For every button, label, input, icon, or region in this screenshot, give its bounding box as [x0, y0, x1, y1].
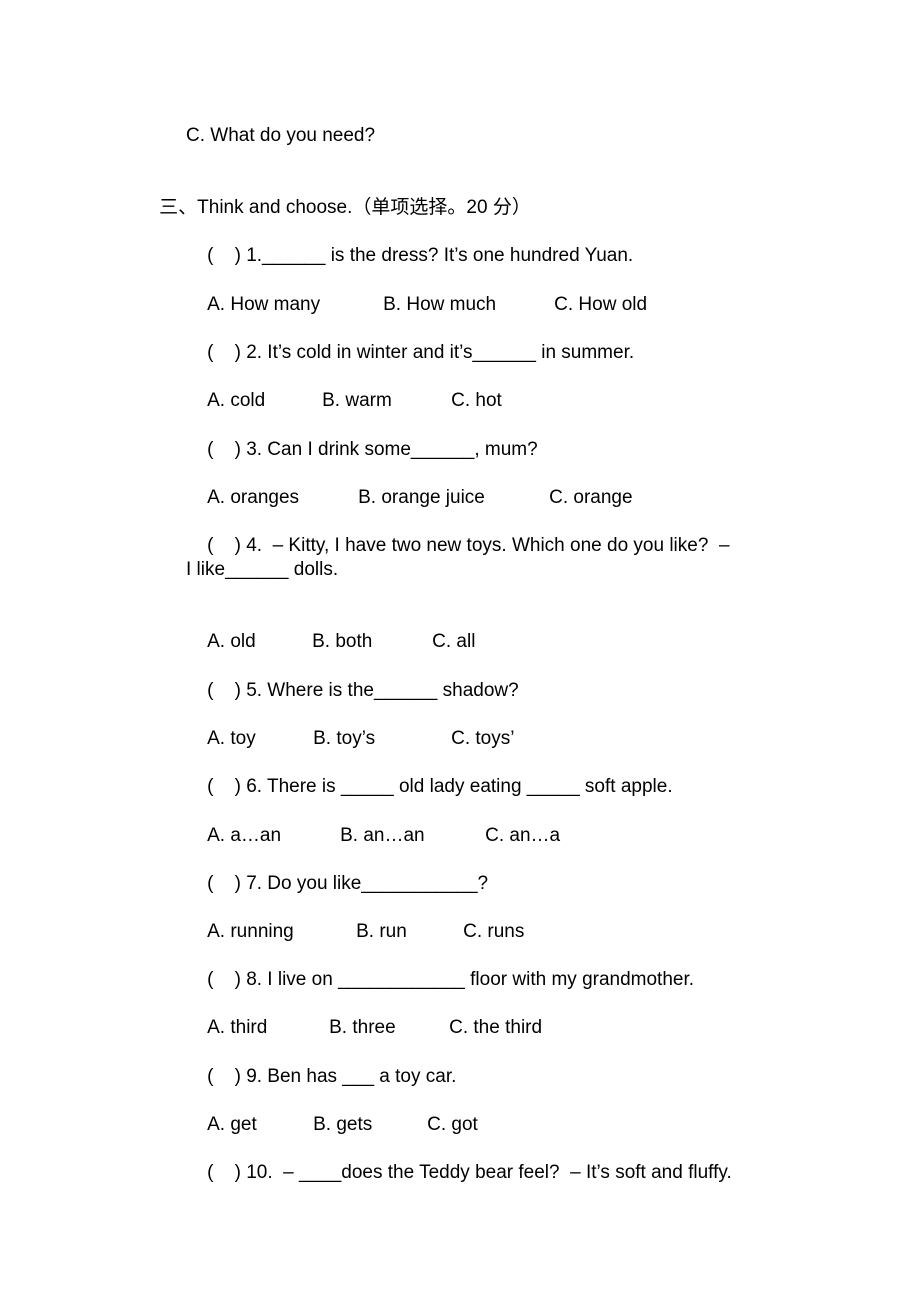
- question-7: ( ) 7. Do you like___________?: [186, 848, 488, 894]
- answer-paren[interactable]: ( ): [207, 1162, 241, 1183]
- question-7-options: A. running B. run C. runs: [186, 896, 524, 942]
- question-1-options: A. How many B. How much C. How old: [186, 269, 647, 315]
- question-9-options: A. get B. gets C. got: [186, 1089, 478, 1135]
- question-1: ( ) 1.______ is the dress? It’s one hund…: [186, 220, 633, 266]
- option-b: B. toy’s: [313, 728, 376, 749]
- question-2: ( ) 2. It’s cold in winter and it’s_____…: [186, 317, 634, 363]
- option-a: A. toy: [207, 728, 256, 749]
- option-b: B. How much: [383, 294, 497, 315]
- question-8: ( ) 8. I live on ____________ floor with…: [186, 944, 694, 990]
- option-a: A. old: [207, 631, 256, 652]
- answer-paren[interactable]: ( ): [207, 535, 241, 556]
- question-stem: 10. – ____does the Teddy bear feel? – It…: [246, 1162, 732, 1183]
- question-stem: 7. Do you like___________?: [246, 873, 489, 894]
- question-stem: 5. Where is the______ shadow?: [246, 680, 519, 701]
- answer-paren[interactable]: ( ): [207, 969, 241, 990]
- option-b: B. three: [329, 1017, 396, 1038]
- answer-paren[interactable]: ( ): [207, 680, 241, 701]
- option-a: A. third: [207, 1017, 268, 1038]
- section-number: 三、: [159, 197, 198, 218]
- option-a: A. oranges: [207, 487, 300, 508]
- option-a: A. a…an: [207, 825, 282, 846]
- question-5: ( ) 5. Where is the______ shadow?: [186, 655, 519, 701]
- question-10: ( ) 10. – ____does the Teddy bear feel? …: [186, 1137, 732, 1183]
- question-stem: 4. – Kitty, I have two new toys. Which o…: [246, 535, 730, 556]
- answer-paren[interactable]: ( ): [207, 873, 241, 894]
- option-a: A. get: [207, 1114, 257, 1135]
- option-c: C. hot: [451, 390, 502, 411]
- option-b: B. run: [356, 921, 407, 942]
- option-a: A. running: [207, 921, 294, 942]
- option-c: C. got: [427, 1114, 478, 1135]
- section-heading: 三、Think and choose.（单项选择。20 分）: [138, 172, 531, 218]
- answer-paren[interactable]: ( ): [207, 1066, 241, 1087]
- question-stem: 6. There is _____ old lady eating _____ …: [246, 776, 673, 797]
- question-stem: 9. Ben has ___ a toy car.: [246, 1066, 457, 1087]
- section-title: Think and choose.: [197, 197, 353, 218]
- option-c: C. How old: [554, 294, 648, 315]
- option-b: B. warm: [322, 390, 392, 411]
- question-6-options: A. a…an B. an…an C. an…a: [186, 800, 560, 846]
- question-4-continued: I like______ dolls.: [186, 559, 339, 580]
- question-9: ( ) 9. Ben has ___ a toy car.: [186, 1041, 456, 1087]
- option-c: C. the third: [449, 1017, 543, 1038]
- option-a: A. cold: [207, 390, 266, 411]
- question-stem: 3. Can I drink some______, mum?: [246, 439, 538, 460]
- option-c: C. an…a: [485, 825, 561, 846]
- option-b: B. both: [312, 631, 373, 652]
- question-8-options: A. third B. three C. the third: [186, 992, 542, 1038]
- option-b: B. an…an: [340, 825, 425, 846]
- question-stem: 2. It’s cold in winter and it’s______ in…: [246, 342, 635, 363]
- option-c: C. toys’: [451, 728, 515, 749]
- option-c: C. orange: [549, 487, 633, 508]
- answer-paren[interactable]: ( ): [207, 776, 241, 797]
- option-b: B. gets: [313, 1114, 373, 1135]
- option-c: C. all: [432, 631, 476, 652]
- option-c: C. runs: [463, 921, 525, 942]
- question-3: ( ) 3. Can I drink some______, mum?: [186, 414, 538, 460]
- question-stem: 8. I live on ____________ floor with my …: [246, 969, 695, 990]
- question-4: ( ) 4. – Kitty, I have two new toys. Whi…: [186, 510, 729, 556]
- option-a: A. How many: [207, 294, 321, 315]
- answer-paren[interactable]: ( ): [207, 342, 241, 363]
- answer-paren[interactable]: ( ): [207, 245, 241, 266]
- question-6: ( ) 6. There is _____ old lady eating __…: [186, 751, 672, 797]
- question-2-options: A. cold B. warm C. hot: [186, 365, 502, 411]
- question-4-options: A. old B. both C. all: [186, 606, 475, 652]
- question-3-options: A. oranges B. orange juice C. orange: [186, 462, 632, 508]
- question-5-options: A. toy B. toy’s C. toys’: [186, 703, 514, 749]
- answer-paren[interactable]: ( ): [207, 439, 241, 460]
- option-b: B. orange juice: [358, 487, 485, 508]
- section-note: （单项选择。20 分）: [352, 197, 531, 218]
- previous-option-c: C. What do you need?: [186, 125, 376, 146]
- question-stem: 1.______ is the dress? It’s one hundred …: [246, 245, 634, 266]
